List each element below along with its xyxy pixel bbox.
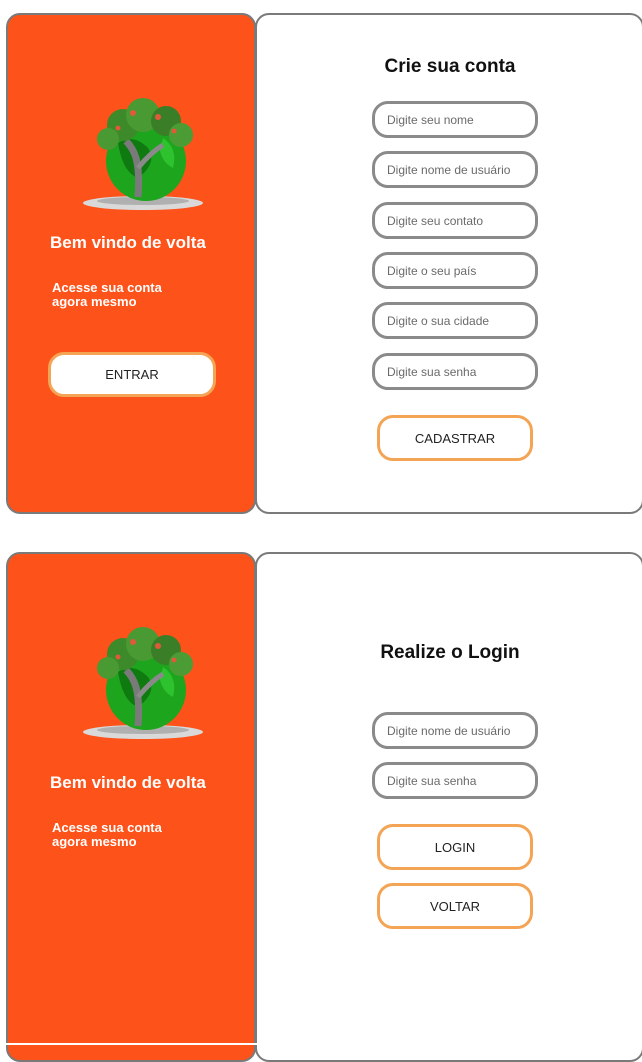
password-input[interactable] bbox=[372, 353, 538, 390]
login-button[interactable]: LOGIN bbox=[377, 824, 533, 870]
login-welcome-panel: Bem vindo de volta Acesse sua conta agor… bbox=[6, 552, 256, 1062]
country-input[interactable] bbox=[372, 252, 538, 289]
username-input[interactable] bbox=[372, 151, 538, 188]
back-button[interactable]: VOLTAR bbox=[377, 883, 533, 929]
welcome-subtitle: Acesse sua conta agora mesmo bbox=[52, 280, 162, 309]
welcome-title: Bem vindo de volta bbox=[50, 773, 206, 792]
register-button[interactable]: CADASTRAR bbox=[377, 415, 533, 461]
globe-tree-logo-icon bbox=[83, 627, 203, 739]
welcome-subtitle: Acesse sua conta agora mesmo bbox=[52, 820, 162, 849]
password-input[interactable] bbox=[372, 762, 538, 799]
contact-input[interactable] bbox=[372, 202, 538, 239]
enter-button[interactable]: ENTRAR bbox=[48, 352, 216, 397]
login-form-title: Realize o Login bbox=[380, 642, 520, 663]
signup-form-panel: Crie sua conta CADASTRAR bbox=[255, 13, 642, 514]
signup-welcome-panel: Bem vindo de volta Acesse sua conta agor… bbox=[6, 13, 256, 514]
name-input[interactable] bbox=[372, 101, 538, 138]
login-form-panel: Realize o Login LOGIN VOLTAR bbox=[255, 552, 642, 1062]
signup-form-title: Crie sua conta bbox=[384, 56, 516, 77]
city-input[interactable] bbox=[372, 302, 538, 339]
welcome-title: Bem vindo de volta bbox=[50, 233, 206, 252]
globe-tree-logo-icon bbox=[83, 98, 203, 210]
username-input[interactable] bbox=[372, 712, 538, 749]
